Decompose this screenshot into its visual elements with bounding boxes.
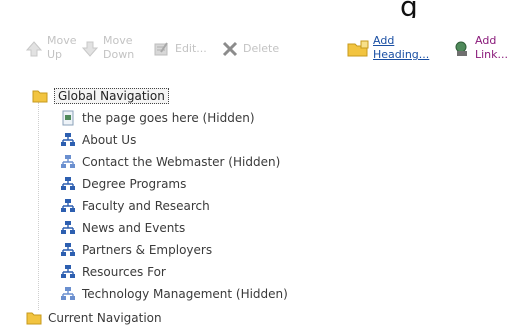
tree-node-faculty-research[interactable]: Faculty and Research — [60, 196, 210, 216]
add-link-button[interactable]: Add Link... — [453, 34, 508, 62]
move-down-label: Move Down — [103, 34, 135, 61]
tree-node-label: Partners & Employers — [82, 243, 213, 257]
sitemap-icon — [61, 177, 75, 190]
move-down-button[interactable]: Move Down — [81, 34, 134, 62]
sitemap-icon — [61, 287, 75, 300]
tree-node-label: Resources For — [82, 265, 166, 279]
sitemap-icon — [61, 265, 75, 278]
tree-node-partners-employers[interactable]: Partners & Employers — [60, 240, 212, 260]
toolbar: Move Up Move Down Edit... Delete Add Hea… — [25, 34, 521, 82]
tree-node-label: Current Navigation — [48, 311, 162, 325]
delete-label: Delete — [243, 42, 280, 55]
sitemap-icon — [61, 133, 75, 146]
sitemap-icon — [61, 221, 75, 234]
sitemap-icon — [61, 243, 75, 256]
tree-node-degree-programs[interactable]: Degree Programs — [60, 174, 186, 194]
move-down-icon — [81, 41, 99, 57]
tree-node-label: Degree Programs — [82, 177, 187, 191]
delete-button[interactable]: Delete — [221, 41, 280, 58]
add-heading-label: Add Heading... — [373, 34, 430, 61]
tree-guide-line — [38, 102, 39, 310]
sitemap-icon — [61, 155, 75, 168]
folder-icon — [32, 90, 48, 103]
tree-node-news-events[interactable]: News and Events — [60, 218, 185, 238]
delete-icon — [222, 41, 238, 57]
edit-icon — [154, 42, 168, 56]
edit-label: Edit... — [175, 42, 207, 55]
folder-add-icon — [347, 40, 369, 57]
move-up-icon — [25, 41, 43, 57]
move-up-button[interactable]: Move Up — [25, 34, 77, 62]
tree-node-label: Technology Management (Hidden) — [82, 287, 288, 301]
tree-node-contact-webmaster[interactable]: Contact the Webmaster (Hidden) — [60, 152, 280, 172]
tree-node-label: News and Events — [82, 221, 186, 235]
tree-node-page[interactable]: the page goes here (Hidden) — [60, 108, 255, 128]
navigation-editor: g Move Up Move Down Edit... Delete Add H… — [0, 0, 526, 334]
tree-node-label: the page goes here (Hidden) — [82, 111, 255, 125]
tree-node-label: Faculty and Research — [82, 199, 210, 213]
add-link-icon — [455, 41, 467, 56]
page-heading-fragment: g — [400, 0, 418, 18]
tree-node-label: Contact the Webmaster (Hidden) — [82, 155, 281, 169]
tree-node-technology-management[interactable]: Technology Management (Hidden) — [60, 284, 288, 304]
move-up-label: Move Up — [47, 34, 77, 61]
add-heading-button[interactable]: Add Heading... — [347, 34, 429, 62]
tree-node-current-navigation[interactable]: Current Navigation — [26, 308, 162, 328]
sitemap-icon — [61, 199, 75, 212]
tree-node-resources-for[interactable]: Resources For — [60, 262, 166, 282]
tree-node-label: About Us — [82, 133, 137, 147]
tree-node-about-us[interactable]: About Us — [60, 130, 136, 150]
add-link-label: Add Link... — [475, 34, 509, 61]
page-icon — [62, 110, 74, 126]
folder-icon — [26, 312, 42, 325]
tree-node-label: Global Navigation — [54, 88, 169, 104]
tree-node-global-navigation[interactable]: Global Navigation — [32, 86, 169, 106]
edit-button[interactable]: Edit... — [153, 42, 207, 58]
